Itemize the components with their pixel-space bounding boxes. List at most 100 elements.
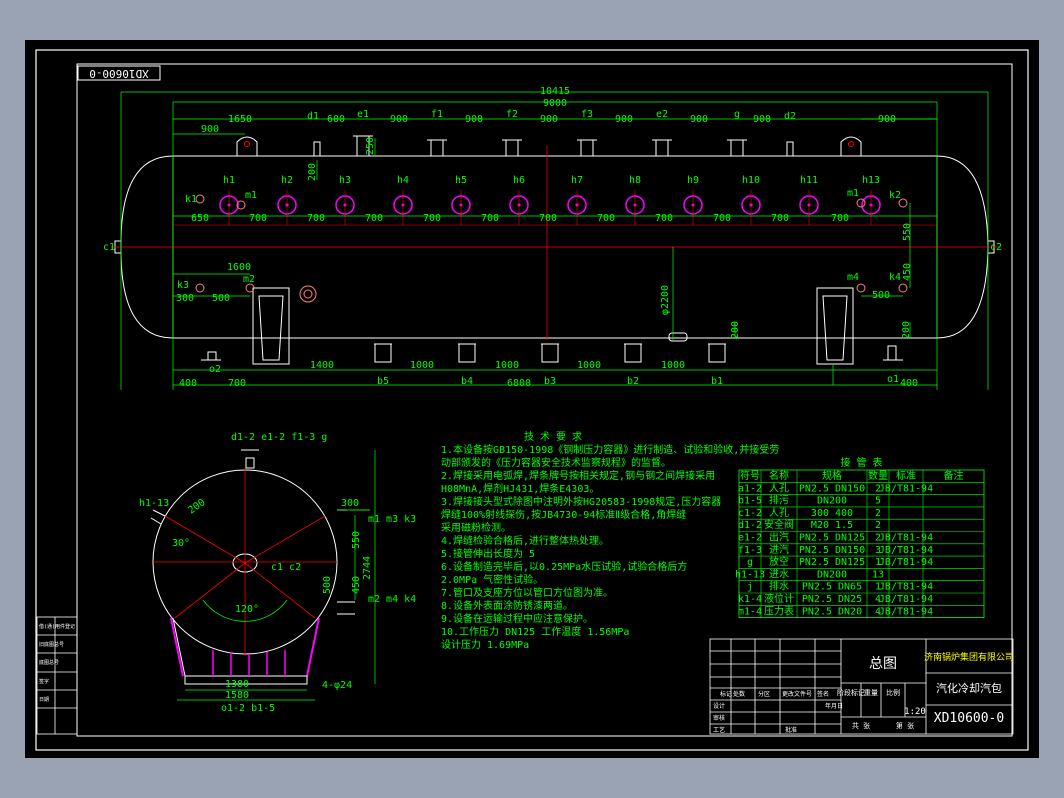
- dim-200-a: 200: [307, 163, 318, 181]
- letter-f3: f3: [581, 109, 593, 120]
- h-pitch-0: 650: [191, 213, 209, 224]
- table-header-4: 标准: [896, 470, 916, 482]
- h-label-10: h11: [800, 175, 818, 186]
- section-c-label: c1 c2: [271, 562, 301, 573]
- label-k1: k1: [185, 194, 197, 205]
- reg-4: 日期: [39, 697, 49, 703]
- note-line-5: 焊缝100%射线探伤,按JB4730-94标准Ⅱ级合格,角焊缝: [441, 508, 686, 521]
- table-cell-0-1: 人孔: [769, 482, 789, 494]
- letter-d1: d1: [307, 111, 319, 122]
- dim-500: 500: [212, 293, 230, 304]
- tb-label-3: 更改文件号: [782, 690, 812, 698]
- label-c2: c2: [990, 242, 1002, 253]
- dim-seg-1: 600: [327, 114, 345, 125]
- title-drawing-no: XD10600-0: [934, 711, 1004, 726]
- bottom-nozzle-3: [624, 343, 642, 363]
- bottom-nozzle-0: [374, 343, 392, 363]
- dim-200-c: 200: [901, 321, 912, 339]
- h-pitch-2: 700: [307, 213, 325, 224]
- title-block-texts: 总图 济南锅炉集团有限公司 汽化冷却汽包 XD10600-0 1:20 阶段标记…: [713, 651, 1014, 734]
- table-cell-4-1: 出汽: [769, 531, 789, 544]
- note-line-9: 6.设备制造完毕后,以0.25MPa水压试验,试验合格后方: [441, 560, 687, 573]
- table-cell-4-2: PN2.5 DN125: [799, 533, 865, 544]
- table-cell-7-1: 进水: [769, 568, 789, 580]
- table-cell-10-4: JB/T81-94: [879, 606, 933, 617]
- table-header-5: 备注: [944, 469, 964, 482]
- table-title: 接 管 表: [840, 456, 882, 469]
- table-cell-9-1: 液位计: [764, 592, 794, 605]
- h-label-8: h9: [687, 175, 699, 186]
- note-line-11: 7.管口及支座方位以管口方位图为准。: [441, 586, 613, 599]
- dim-seg-6: 900: [690, 114, 708, 125]
- dim-400-right: 400: [900, 378, 918, 389]
- h-pitch-8: 700: [655, 213, 673, 224]
- note-line-1: 动部颁发的《压力容器安全技术监察规程》的监督。: [441, 456, 671, 469]
- left-register-block: [36, 616, 78, 735]
- saddles: [201, 287, 903, 365]
- dim-700-bottom: 700: [228, 378, 246, 389]
- label-o2: o2: [209, 364, 221, 375]
- letter-b3: b3: [544, 376, 556, 387]
- section-dim-200: 200: [186, 497, 207, 516]
- technical-notes: 技 术 要 求 1.本设备按GB150-1998《钢制压力容器》进行制造、试验和…: [441, 430, 779, 651]
- table-cell-1-1: 排污: [769, 494, 789, 507]
- table-cell-9-0: k1-4: [738, 594, 762, 605]
- h-pitch-6: 700: [539, 213, 557, 224]
- letter-e1: e1: [357, 109, 369, 120]
- reg-0: 借(通)用件登记: [39, 623, 75, 630]
- top-nozzle-6: [730, 139, 744, 157]
- table-header-2: 规格: [822, 469, 842, 482]
- tb-role-0: 设计: [713, 702, 725, 710]
- label-o1: o1: [887, 374, 899, 385]
- table-cell-3-2: M20 1.5: [811, 520, 853, 531]
- table-cell-4-0: e1-2: [738, 533, 762, 544]
- top-nozzle-2: [430, 139, 444, 157]
- h-pitch-5: 700: [481, 213, 499, 224]
- table-cell-10-0: m1-4: [738, 606, 762, 617]
- section-dim-550: 550: [351, 531, 362, 549]
- dim-left-900: 900: [201, 124, 219, 135]
- dim-1000-c: 1000: [577, 360, 601, 371]
- table-cell-5-1: 进汽: [769, 543, 789, 556]
- table-cell-2-2: 300 400: [811, 508, 853, 519]
- note-line-13: 9.设备在运输过程中应注意保护。: [441, 612, 593, 625]
- table-cell-1-0: b1-5: [738, 496, 762, 507]
- section-dim-1380: 1380: [225, 679, 249, 690]
- dim-1000-a: 1000: [410, 360, 434, 371]
- section-dim-024: 4-φ24: [322, 680, 352, 691]
- bottom-nozzle-1: [458, 343, 476, 363]
- tb-role-2: 工艺: [713, 726, 725, 734]
- table-header-1: 名称: [769, 469, 789, 482]
- tb-label-2: 分区: [758, 690, 770, 698]
- dim-200-b: 200: [730, 321, 741, 339]
- dim-250: 250: [365, 137, 376, 155]
- letter-b2: b2: [627, 376, 639, 387]
- section-angle-30: 30°: [172, 538, 190, 549]
- tb-label-1: 处数: [733, 690, 745, 698]
- table-cell-7-2: DN200: [817, 569, 847, 580]
- dim-1000-d: 1000: [661, 360, 685, 371]
- title-general: 总图: [869, 656, 897, 672]
- table-cell-0-0: a1-2: [738, 483, 762, 494]
- reg-2: 底图总号: [39, 659, 59, 666]
- notes-title: 技 术 要 求: [524, 430, 582, 443]
- note-line-12: 8.设备外表面涂防锈漆两道。: [441, 599, 573, 612]
- h-nozzle-row: h1 650 h2 700 h3 700 h4 700 h5 700 h6 700 h7 700 h8 700…: [191, 175, 881, 225]
- letter-g: g: [734, 109, 740, 120]
- note-line-4: 3.焊接接头型式除图中注明外按HG20583-1998规定,压力容器: [441, 495, 721, 508]
- note-line-7: 4.焊缝检验合格后,进行整体热处理。: [441, 534, 609, 547]
- dim-1000-b: 1000: [495, 360, 519, 371]
- title-stage: 阶段标记: [837, 688, 865, 697]
- dim-450: 450: [902, 263, 913, 281]
- table-cell-8-0: j: [747, 582, 753, 593]
- tb-label-4: 签名: [817, 690, 829, 698]
- dim-400-left: 400: [179, 378, 197, 389]
- top-nozzle-3: [505, 139, 519, 157]
- section-dim-2744: 2744: [362, 556, 373, 580]
- table-cell-9-4: JB/T81-94: [879, 594, 933, 605]
- letter-e2: e2: [656, 109, 668, 120]
- reg-1: 旧底图总号: [39, 641, 64, 648]
- table-cell-4-4: JB/T81-94: [879, 533, 933, 544]
- section-dim-1580: 1580: [225, 690, 249, 701]
- letter-f2: f2: [506, 109, 518, 120]
